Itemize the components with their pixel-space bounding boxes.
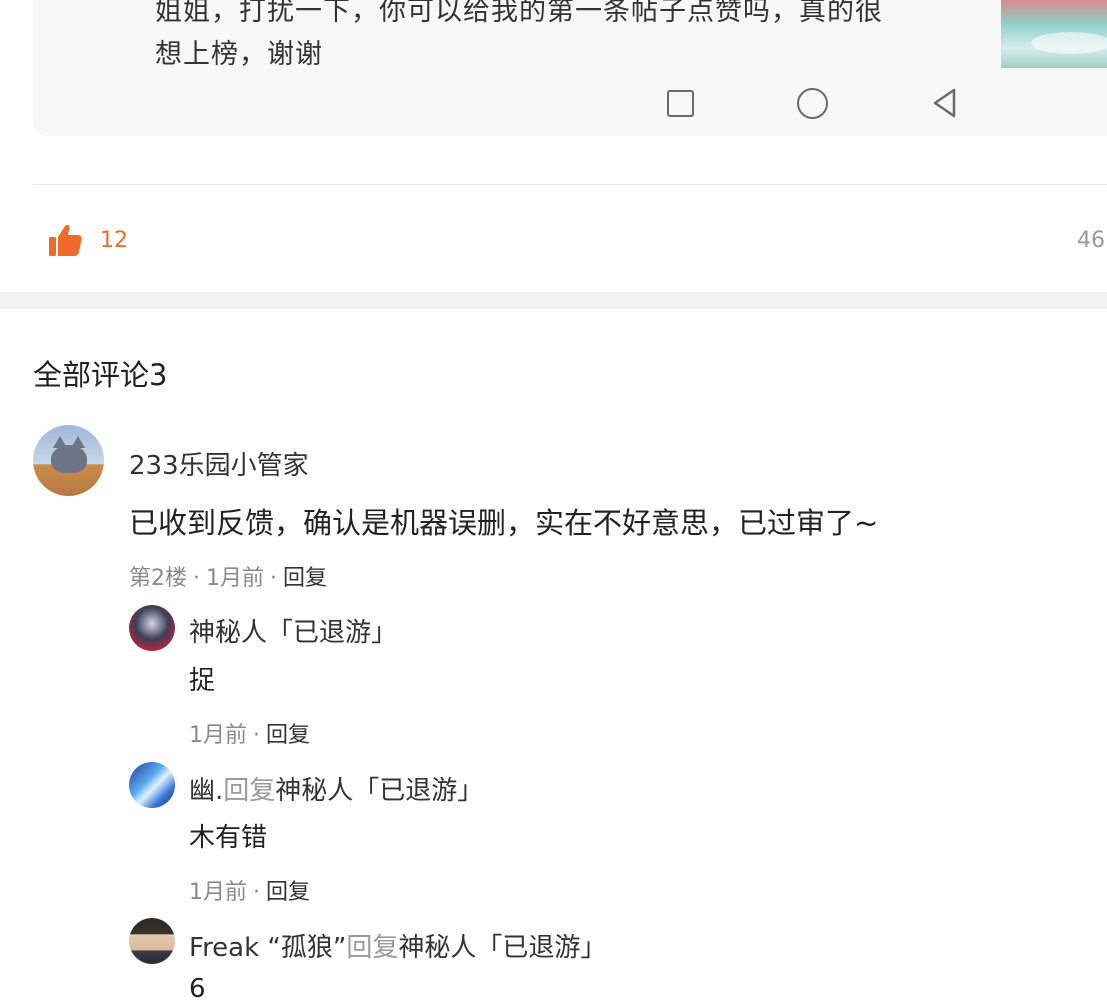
comments-title: 全部评论3 (33, 358, 168, 392)
post-thumbnail[interactable] (1001, 0, 1107, 68)
reply-meta: 1月前 · 回复 (189, 723, 311, 748)
reply-author-name[interactable]: 幽. (189, 776, 223, 806)
reply-target-name[interactable]: 神秘人「已退游」 (275, 776, 483, 806)
comment-meta: 第2楼 · 1月前 · 回复 (129, 566, 328, 591)
reply-time: 1月前 (189, 723, 247, 748)
reply-author-name[interactable]: Freak “孤狼” (189, 933, 346, 963)
like-count: 12 (100, 227, 128, 253)
reply-button[interactable]: 回复 (266, 723, 310, 748)
reply-author[interactable]: 神秘人「已退游」 (189, 612, 397, 649)
circle-icon[interactable] (795, 86, 829, 120)
avatar[interactable] (129, 605, 175, 651)
comment-body: 已收到反馈，确认是机器误删，实在不好意思，已过审了~ (129, 506, 879, 540)
reply-button[interactable]: 回复 (283, 566, 327, 591)
reply-body: 捉 (189, 666, 216, 696)
reply-author-name[interactable]: 神秘人「已退游」 (189, 618, 397, 648)
reply-target-name[interactable]: 神秘人「已退游」 (398, 933, 606, 963)
square-icon[interactable] (663, 86, 697, 120)
reply-body: 6 (189, 974, 206, 1003)
view-count: 46 (1077, 228, 1105, 253)
avatar[interactable] (129, 918, 175, 964)
like-button[interactable]: 12 (47, 220, 128, 260)
reply-word: 回复 (346, 933, 399, 963)
comment-author[interactable]: 233乐园小管家 (129, 445, 309, 482)
avatar[interactable] (33, 425, 104, 496)
thumbs-up-icon (49, 224, 82, 256)
avatar[interactable] (129, 762, 175, 808)
post-text: 姐姐，打扰一下，你可以给我的第一条帖子点赞吗，真的很 想上榜，谢谢 (155, 0, 975, 76)
triangle-back-icon[interactable] (928, 86, 962, 120)
reply-time: 1月前 (189, 880, 247, 905)
comment-time: 1月前 (206, 566, 264, 591)
post-detail-page: 姐姐，打扰一下，你可以给我的第一条帖子点赞吗，真的很 想上榜，谢谢 12 46 … (0, 0, 1107, 1003)
reply-author: Freak “孤狼”回复神秘人「已退游」 (189, 927, 606, 964)
reply-body: 木有错 (189, 823, 268, 853)
system-nav-bar (33, 73, 1107, 133)
post-card[interactable]: 姐姐，打扰一下，你可以给我的第一条帖子点赞吗，真的很 想上榜，谢谢 (33, 0, 1107, 136)
reply-word: 回复 (223, 776, 276, 806)
section-separator (0, 292, 1107, 309)
post-text-line-2: 想上榜，谢谢 (155, 39, 323, 70)
post-text-line-1: 姐姐，打扰一下，你可以给我的第一条帖子点赞吗，真的很 (155, 0, 883, 27)
divider (33, 184, 1107, 185)
comment-floor: 第2楼 (129, 566, 187, 591)
reply-author: 幽.回复神秘人「已退游」 (189, 770, 483, 807)
reply-meta: 1月前 · 回复 (189, 880, 311, 905)
reply-button[interactable]: 回复 (266, 880, 310, 905)
